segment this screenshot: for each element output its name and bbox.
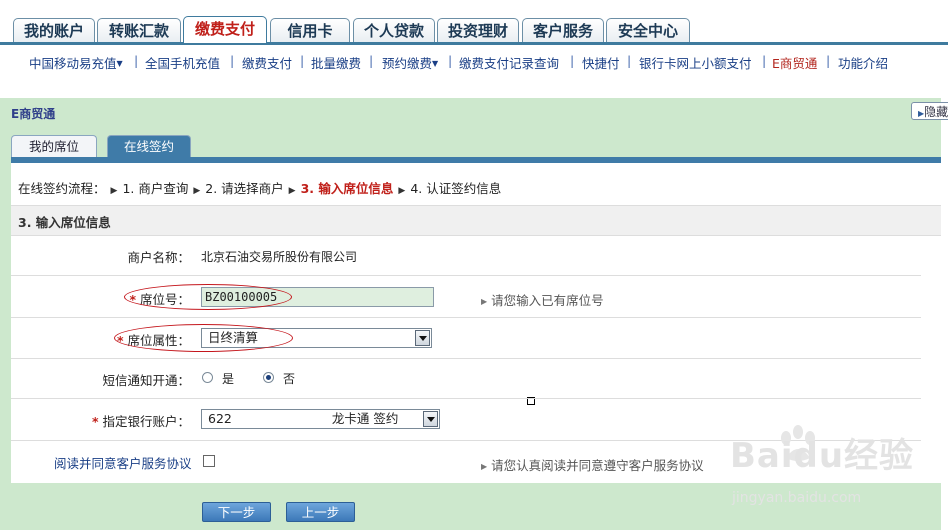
dropdown-arrow-icon[interactable] xyxy=(415,330,430,346)
subnav-scheduled-payment[interactable]: 预约缴费▼ xyxy=(382,53,438,72)
divider: | xyxy=(369,53,374,68)
caret-right-icon: ▶ xyxy=(481,297,488,306)
highlight-ellipse xyxy=(124,284,292,310)
prev-step-button[interactable]: 上一步 xyxy=(286,502,355,522)
flow-step-current: 3. 输入席位信息 xyxy=(300,181,394,196)
tab-credit-card[interactable]: 信用卡 xyxy=(270,18,350,42)
chevron-down-icon: ▼ xyxy=(432,59,439,68)
caret-right-icon: ▶ xyxy=(193,186,201,196)
top-nav: 我的账户 转账汇款 缴费支付 信用卡 个人贷款 投资理财 客户服务 安全中心 xyxy=(0,0,948,45)
agreement-hint: ▶ 请您认真阅读并同意遵守客户服务协议 xyxy=(481,458,704,473)
caret-right-icon: ▶ xyxy=(110,186,118,196)
flow-step: 2. 请选择商户 xyxy=(205,181,284,196)
panel-title: E商贸通 xyxy=(11,107,56,121)
agree-checkbox[interactable] xyxy=(203,455,215,467)
tab-security-center[interactable]: 安全中心 xyxy=(606,18,690,42)
sms-label: 短信通知开通： xyxy=(102,373,190,388)
tab-personal-loan[interactable]: 个人贷款 xyxy=(353,18,435,42)
sms-yes-label: 是 xyxy=(222,372,235,386)
divider: | xyxy=(570,53,575,68)
subnav-function-intro[interactable]: 功能介绍 xyxy=(838,53,888,72)
sms-no-radio[interactable] xyxy=(263,372,274,383)
subnav-payment-records[interactable]: 缴费支付记录查询 xyxy=(459,53,559,72)
account-prefix: 622 xyxy=(208,411,232,426)
tab-customer-service[interactable]: 客户服务 xyxy=(522,18,604,42)
divider: | xyxy=(627,53,632,68)
merchant-label: 商户名称： xyxy=(127,250,190,265)
divider: | xyxy=(134,53,139,68)
divider xyxy=(11,317,921,318)
account-label: * 指定银行账户： xyxy=(91,414,190,429)
flow-step: 4. 认证签约信息 xyxy=(410,181,502,196)
account-suffix: 龙卡通 签约 xyxy=(331,411,399,426)
divider: | xyxy=(762,53,767,68)
sms-no-label: 否 xyxy=(283,372,296,386)
divider xyxy=(11,275,921,276)
next-step-button[interactable]: 下一步 xyxy=(202,502,271,522)
divider: | xyxy=(448,53,453,68)
subnav-batch-payment[interactable]: 批量缴费 xyxy=(311,53,361,72)
highlight-ellipse xyxy=(114,324,293,352)
merchant-value: 北京石油交易所股份有限公司 xyxy=(201,250,358,264)
section-title: 3. 输入席位信息 xyxy=(18,215,111,230)
flow-prefix: 在线签约流程： xyxy=(18,181,106,196)
service-agreement-link[interactable]: 阅读并同意客户服务协议 xyxy=(54,453,192,472)
caret-right-icon: ▶ xyxy=(288,186,296,196)
sms-yes-radio[interactable] xyxy=(202,372,213,383)
caret-right-icon: ▶ xyxy=(398,186,406,196)
subnav-e-trade[interactable]: E商贸通 xyxy=(772,53,817,72)
watermark: Baidu经验 jingyan.baidu.com xyxy=(730,428,915,506)
subnav-small-payment[interactable]: 银行卡网上小额支付 xyxy=(639,53,752,72)
tab-my-account[interactable]: 我的账户 xyxy=(13,18,95,42)
tab-my-seat[interactable]: 我的席位 xyxy=(11,135,97,157)
tab-online-sign[interactable]: 在线签约 xyxy=(107,135,191,157)
dropdown-arrow-icon[interactable] xyxy=(423,411,438,427)
divider: | xyxy=(300,53,305,68)
subnav-phone-recharge[interactable]: 全国手机充值 xyxy=(145,53,220,72)
divider: | xyxy=(230,53,235,68)
subnav-payment[interactable]: 缴费支付 xyxy=(242,53,292,72)
divider xyxy=(11,358,921,359)
flow-step: 1. 商户查询 xyxy=(122,181,189,196)
account-select[interactable]: 622 龙卡通 签约 xyxy=(201,409,440,429)
sign-flow-breadcrumb: 在线签约流程： ▶ 1. 商户查询 ▶ 2. 请选择商户 ▶ 3. 输入席位信息 ▶ 4. 认证… xyxy=(18,178,501,197)
sub-nav: 中国移动易充值▼ | 全国手机充值 | 缴费支付 | 批量缴费 | 预约缴费▼ … xyxy=(0,45,948,81)
hide-button[interactable]: ▶隐藏 xyxy=(911,102,948,120)
tab-transfer[interactable]: 转账汇款 xyxy=(97,18,181,42)
divider: | xyxy=(826,53,831,68)
tab-investment[interactable]: 投资理财 xyxy=(437,18,519,42)
watermark-brand: Baidu经验 xyxy=(730,436,915,476)
divider xyxy=(11,398,921,399)
subnav-quick-pay[interactable]: 快捷付 xyxy=(582,53,620,72)
subnav-mobile-recharge[interactable]: 中国移动易充值▼ xyxy=(29,53,123,72)
chevron-down-icon: ▼ xyxy=(116,59,123,68)
section-header xyxy=(11,205,941,236)
watermark-url: jingyan.baidu.com xyxy=(732,490,862,506)
tab-payment[interactable]: 缴费支付 xyxy=(183,16,267,43)
seat-no-hint: ▶ 请您输入已有席位号 xyxy=(481,293,604,308)
caret-right-icon: ▶ xyxy=(481,462,488,471)
